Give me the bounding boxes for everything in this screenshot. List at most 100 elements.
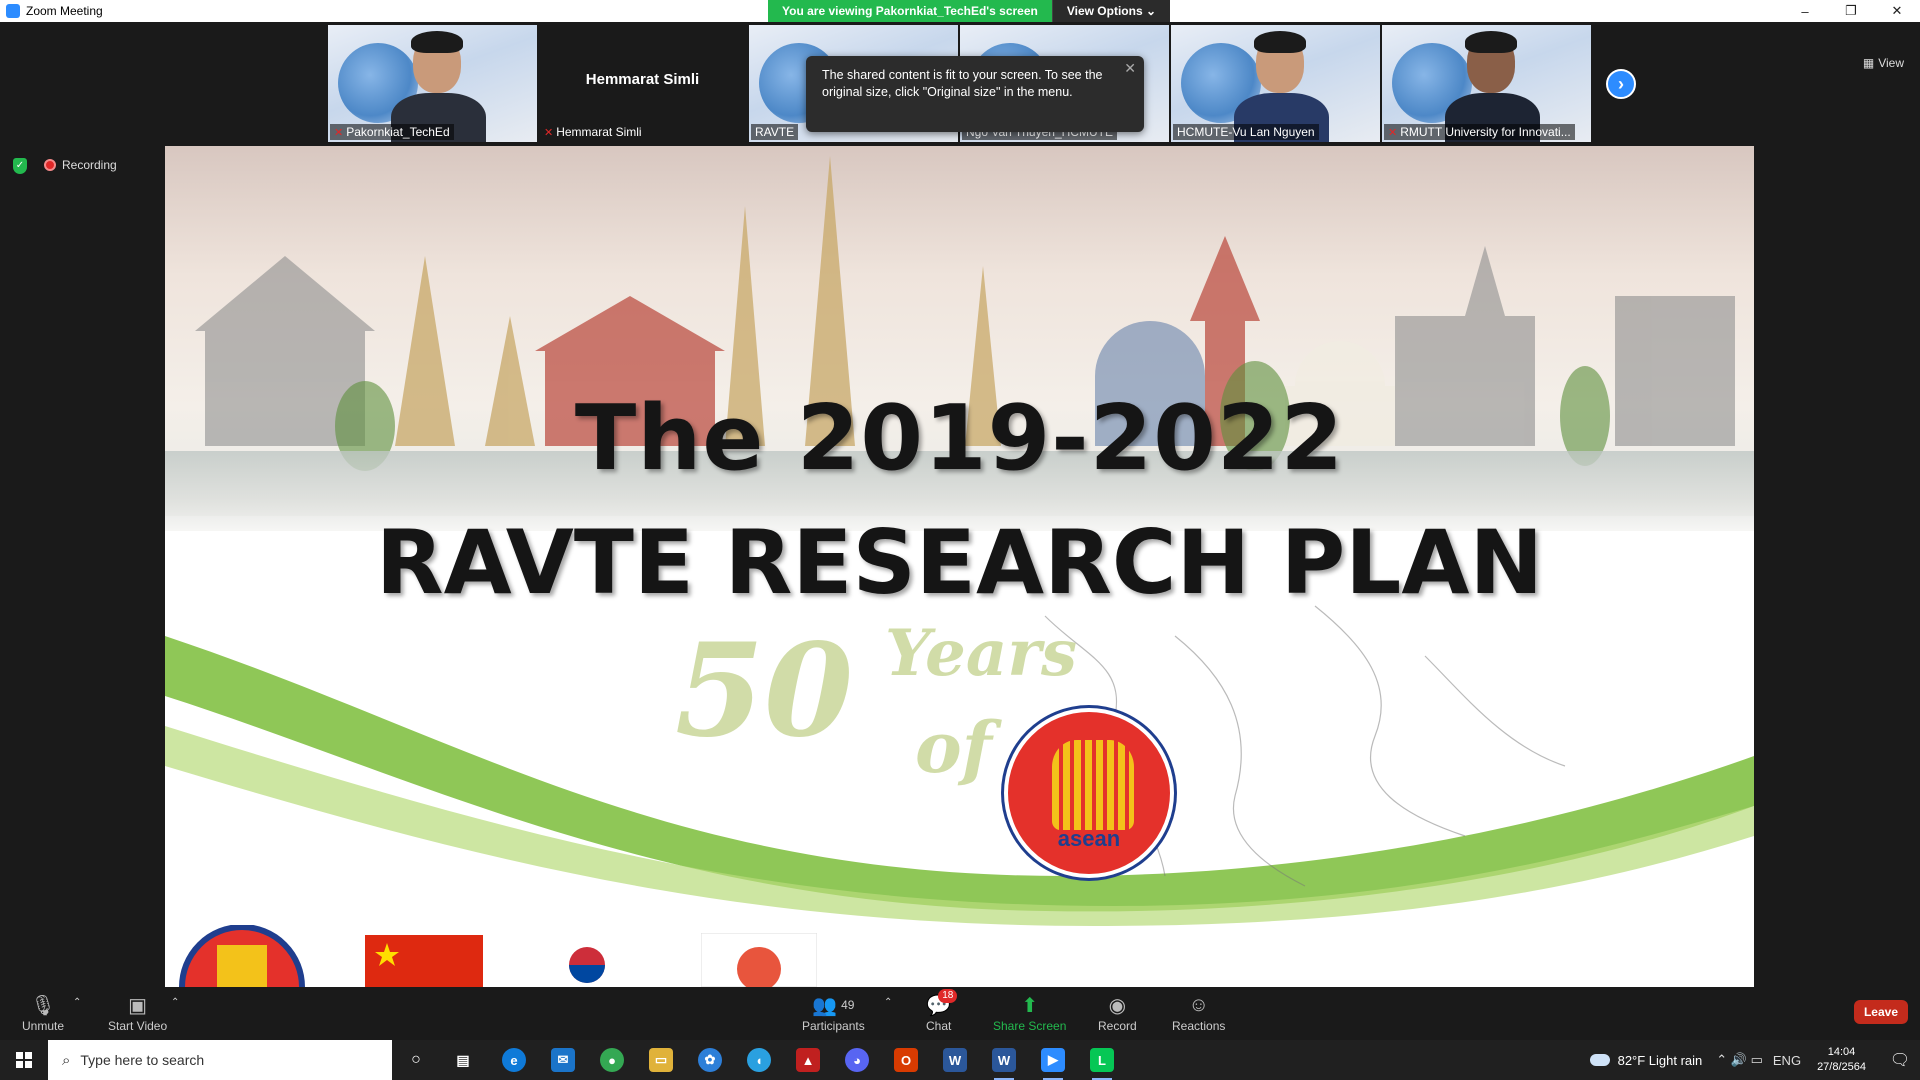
chat-button[interactable]: 💬 18 Chat bbox=[926, 989, 958, 1033]
muted-mic-icon: 🎙 bbox=[30, 994, 56, 1017]
word-icon[interactable]: W bbox=[943, 1048, 967, 1072]
participant-name-label: ✕ Pakornkiat_TechEd bbox=[330, 124, 454, 140]
recording-label: Recording bbox=[62, 158, 117, 172]
taskbar-search[interactable]: ⌕ Type here to search bbox=[48, 1040, 392, 1080]
participant-name-label: ✕ Hemmarat Simli bbox=[544, 125, 642, 139]
search-icon: ⌕ bbox=[62, 1051, 71, 1069]
window-controls: – ❐ ✕ bbox=[1782, 0, 1920, 22]
tray-icons[interactable]: ⌃ 🔊 ▭ bbox=[1716, 1052, 1763, 1068]
record-icon: ◉ bbox=[1108, 994, 1127, 1017]
chevron-right-icon: › bbox=[1618, 73, 1624, 94]
korea-flag-icon bbox=[537, 931, 637, 987]
participant-name-label: HCMUTE-Vu Lan Nguyen bbox=[1173, 124, 1319, 140]
clock-date: 27/8/2564 bbox=[1817, 1061, 1866, 1073]
zoom-app-icon bbox=[6, 4, 20, 18]
japan-flag-icon bbox=[701, 933, 817, 987]
viewing-banner: You are viewing Pakornkiat_TechEd's scre… bbox=[768, 0, 1171, 22]
participant-tile[interactable]: HCMUTE-Vu Lan Nguyen bbox=[1171, 25, 1380, 142]
file-explorer-icon[interactable]: ▭ bbox=[649, 1048, 673, 1072]
view-button[interactable]: ▦ View bbox=[1863, 56, 1904, 70]
grid-icon: ▦ bbox=[1862, 56, 1875, 70]
chat-badge: 18 bbox=[938, 989, 958, 1003]
asean-logo-word: asean bbox=[1057, 826, 1121, 851]
clock[interactable]: 14:04 27/8/2564 bbox=[1817, 1045, 1866, 1075]
muted-mic-icon: ✕ bbox=[334, 127, 344, 139]
view-options-button[interactable]: View Options ⌄ bbox=[1051, 0, 1171, 22]
close-icon[interactable]: ✕ bbox=[1124, 60, 1136, 77]
tooltip-text: The shared content is fit to your screen… bbox=[822, 68, 1103, 99]
system-tray: 82°F Light rain ⌃ 🔊 ▭ ENG 14:04 27/8/256… bbox=[1589, 1040, 1920, 1080]
task-view-icon[interactable]: ▤ bbox=[451, 1048, 475, 1072]
rice-stalks-icon bbox=[1052, 740, 1134, 830]
participant-tile[interactable]: ✕ RMUTT University for Innovati... bbox=[1382, 25, 1591, 142]
edge-icon[interactable]: e bbox=[502, 1048, 526, 1072]
notification-icon[interactable]: 🗨 bbox=[1880, 1050, 1920, 1070]
years-word: Years bbox=[885, 616, 1078, 691]
video-off-icon: ▣ bbox=[128, 994, 148, 1017]
flags-row bbox=[165, 925, 1754, 987]
participant-name-label: ✕ RMUTT University for Innovati... bbox=[1384, 124, 1575, 140]
chat-icon: 💬 18 bbox=[926, 989, 958, 1017]
slide-title-line1: The 2019-2022 bbox=[574, 386, 1345, 491]
participants-options-caret[interactable]: ⌃ bbox=[884, 997, 892, 1008]
chrome-icon[interactable]: ● bbox=[600, 1048, 624, 1072]
participants-count: 49 bbox=[841, 998, 855, 1012]
participant-center-name: Hemmarat Simli bbox=[585, 71, 700, 88]
window-title-bar: Zoom Meeting You are viewing Pakornkiat_… bbox=[0, 0, 1920, 22]
unmute-button[interactable]: 🎙 Unmute bbox=[22, 993, 64, 1034]
china-flag-icon bbox=[365, 935, 483, 987]
discord-icon[interactable]: ◕ bbox=[845, 1048, 869, 1072]
smiley-icon: ☺ bbox=[1188, 993, 1209, 1016]
start-button[interactable] bbox=[0, 1040, 48, 1080]
windows-taskbar: ⌕ Type here to search ○ ▤ e ✉ ● ▭ ✿ ◖ ▲ … bbox=[0, 1040, 1920, 1080]
participant-name-label: RAVTE bbox=[751, 124, 799, 140]
leave-button[interactable]: Leave bbox=[1853, 1000, 1908, 1024]
muted-mic-icon: ✕ bbox=[1388, 127, 1398, 139]
cortana-icon[interactable]: ○ bbox=[404, 1048, 428, 1072]
encryption-shield-icon[interactable]: ✓ bbox=[13, 158, 27, 174]
close-window-button[interactable]: ✕ bbox=[1874, 0, 1920, 22]
next-page-button[interactable]: › bbox=[1606, 69, 1636, 99]
reactions-button[interactable]: ☺ Reactions bbox=[1172, 993, 1225, 1034]
language-indicator[interactable]: ENG bbox=[1773, 1053, 1801, 1068]
window-title: Zoom Meeting bbox=[26, 4, 103, 18]
meeting-toolbar: 🎙 Unmute ⌃ ▣ Start Video ⌃ 👥 49 Participa… bbox=[0, 987, 1920, 1040]
participant-tile[interactable]: ✕ Pakornkiat_TechEd bbox=[328, 25, 537, 142]
asean-logo: asean bbox=[1004, 708, 1174, 878]
windows-logo-icon bbox=[16, 1052, 32, 1068]
audio-options-caret[interactable]: ⌃ bbox=[73, 997, 81, 1008]
restore-button[interactable]: ❐ bbox=[1828, 0, 1874, 22]
mail-icon[interactable]: ✉ bbox=[551, 1048, 575, 1072]
weather-widget[interactable]: 82°F Light rain bbox=[1589, 1053, 1702, 1068]
office-icon[interactable]: O bbox=[894, 1048, 918, 1072]
word-icon-active[interactable]: W bbox=[992, 1048, 1016, 1080]
start-video-button[interactable]: ▣ Start Video bbox=[108, 993, 167, 1034]
zoom-taskbar-icon[interactable]: ▶ bbox=[1041, 1048, 1065, 1080]
muted-mic-icon: ✕ bbox=[544, 127, 554, 139]
clock-time: 14:04 bbox=[1827, 1046, 1856, 1058]
years-number: 50 bbox=[675, 616, 854, 766]
rain-cloud-icon bbox=[1589, 1054, 1610, 1066]
search-placeholder: Type here to search bbox=[80, 1052, 205, 1068]
app-red-icon[interactable]: ▲ bbox=[796, 1048, 820, 1072]
fit-screen-tooltip: The shared content is fit to your screen… bbox=[806, 56, 1144, 132]
line-app-icon[interactable]: L bbox=[1090, 1048, 1114, 1080]
participant-tile[interactable]: Hemmarat Simli ✕ Hemmarat Simli bbox=[538, 25, 747, 142]
participants-button[interactable]: 👥 49 Participants bbox=[802, 993, 865, 1034]
recording-indicator[interactable]: Recording bbox=[44, 158, 117, 172]
share-screen-icon: ⬆ bbox=[1021, 994, 1039, 1017]
video-options-caret[interactable]: ⌃ bbox=[171, 997, 179, 1008]
share-screen-button[interactable]: ⬆ Share Screen bbox=[993, 993, 1066, 1034]
participant-strip: ✕ Pakornkiat_TechEd Hemmarat Simli ✕ Hemma… bbox=[0, 22, 1920, 146]
recording-dot-icon bbox=[44, 159, 56, 171]
participants-icon: 👥 49 bbox=[812, 994, 855, 1017]
slide-title-line2: RAVTE RESEARCH PLAN bbox=[375, 511, 1544, 614]
app-icon[interactable]: ✿ bbox=[698, 1048, 722, 1072]
minimize-button[interactable]: – bbox=[1782, 0, 1828, 22]
viewing-notice: You are viewing Pakornkiat_TechEd's scre… bbox=[768, 0, 1052, 22]
record-button[interactable]: ◉ Record bbox=[1098, 993, 1137, 1034]
messenger-icon[interactable]: ◖ bbox=[747, 1048, 771, 1072]
years-of: of bbox=[915, 706, 992, 789]
shared-screen[interactable]: 50 Years of asean The 2019-2022 RAVTE RE… bbox=[165, 146, 1754, 987]
asean-flag-icon bbox=[179, 925, 305, 987]
